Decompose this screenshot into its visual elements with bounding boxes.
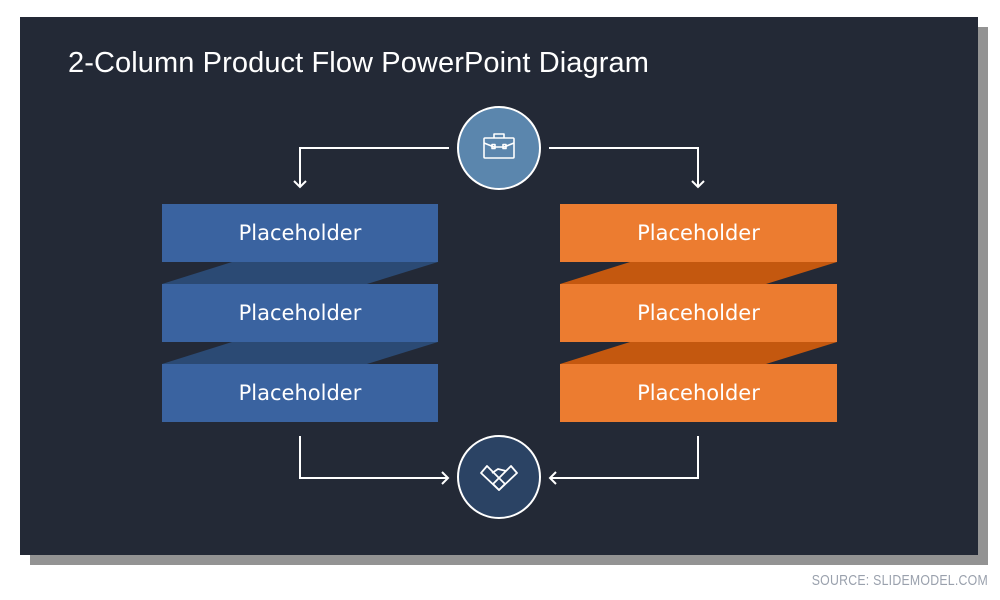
right-bar-1-label: Placeholder	[637, 221, 760, 245]
left-fold-2	[162, 342, 438, 364]
source-credit: SOURCE: SLIDEMODEL.COM	[811, 572, 988, 589]
top-node-circle	[457, 106, 541, 190]
arrow-top-right	[549, 147, 699, 187]
right-bar-2-label: Placeholder	[637, 301, 760, 325]
right-fold-2	[560, 342, 837, 364]
left-bar-1-label: Placeholder	[238, 221, 362, 245]
arrow-top-left	[299, 147, 449, 187]
right-fold-1	[560, 262, 837, 284]
left-fold-1	[162, 262, 438, 284]
left-bar-2-label: Placeholder	[238, 301, 362, 325]
arrow-bottom-left	[299, 436, 448, 479]
bottom-node	[457, 435, 541, 519]
right-bar-3-label: Placeholder	[637, 381, 760, 405]
left-bar-3-label: Placeholder	[238, 381, 362, 405]
top-node	[457, 106, 541, 190]
arrow-bottom-right	[550, 436, 699, 479]
slide: 2-Column Product Flow PowerPoint Diagram	[20, 17, 978, 555]
